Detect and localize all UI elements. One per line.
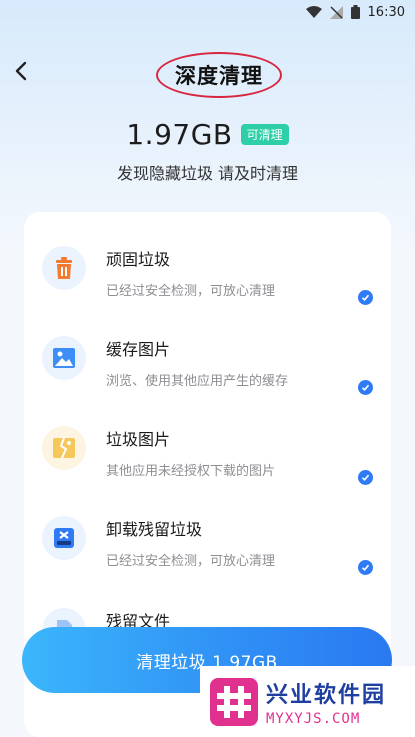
header: 深度清理 bbox=[0, 52, 415, 98]
check-icon[interactable] bbox=[358, 380, 373, 395]
item-title: 缓存图片 bbox=[106, 340, 171, 359]
item-title: 顽固垃圾 bbox=[106, 250, 171, 269]
status-bar: 16:30 bbox=[0, 0, 415, 24]
wifi-icon bbox=[305, 6, 322, 18]
item-desc: 已经过安全检测，可放心清理 bbox=[106, 554, 276, 569]
annotation-ellipse bbox=[156, 52, 282, 98]
check-icon[interactable] bbox=[358, 290, 373, 305]
watermark-name: 兴业软件园 bbox=[266, 682, 387, 708]
check-icon[interactable] bbox=[358, 560, 373, 575]
item-desc: 其他应用未经授权下载的图片 bbox=[106, 464, 276, 479]
list-item[interactable]: 顽固垃圾 已经过安全检测，可放心清理 bbox=[24, 222, 391, 312]
back-button[interactable] bbox=[10, 56, 34, 86]
watermark-url: MYXYJS.COM bbox=[266, 710, 361, 727]
trash-icon bbox=[42, 246, 86, 290]
list-item[interactable]: 垃圾图片 其他应用未经授权下载的图片 bbox=[24, 402, 391, 492]
no-signal-icon bbox=[329, 5, 343, 19]
item-desc: 已经过安全检测，可放心清理 bbox=[106, 284, 276, 299]
status-time: 16:30 bbox=[367, 4, 405, 20]
battery-icon bbox=[350, 5, 360, 19]
item-title: 卸载残留垃圾 bbox=[106, 520, 203, 539]
watermark: 兴业软件园 MYXYJS.COM bbox=[200, 666, 415, 737]
summary-subtitle: 发现隐藏垃圾 请及时清理 bbox=[116, 164, 299, 183]
uninstall-icon bbox=[42, 516, 86, 560]
watermark-logo-icon bbox=[210, 677, 258, 726]
item-title: 垃圾图片 bbox=[106, 430, 171, 449]
broken-image-icon bbox=[42, 426, 86, 470]
junk-size: 1.97GB bbox=[126, 118, 233, 151]
item-desc: 浏览、使用其他应用产生的缓存 bbox=[106, 374, 289, 389]
title-wrap: 深度清理 bbox=[156, 52, 282, 98]
summary-row: 1.97GB 可清理 bbox=[0, 118, 415, 151]
chevron-left-icon bbox=[15, 61, 27, 81]
list-item[interactable]: 卸载残留垃圾 已经过安全检测，可放心清理 bbox=[24, 492, 391, 582]
cleanable-badge: 可清理 bbox=[240, 124, 289, 145]
check-icon[interactable] bbox=[358, 470, 373, 485]
image-icon bbox=[42, 336, 86, 380]
list-item[interactable]: 缓存图片 浏览、使用其他应用产生的缓存 bbox=[24, 312, 391, 402]
